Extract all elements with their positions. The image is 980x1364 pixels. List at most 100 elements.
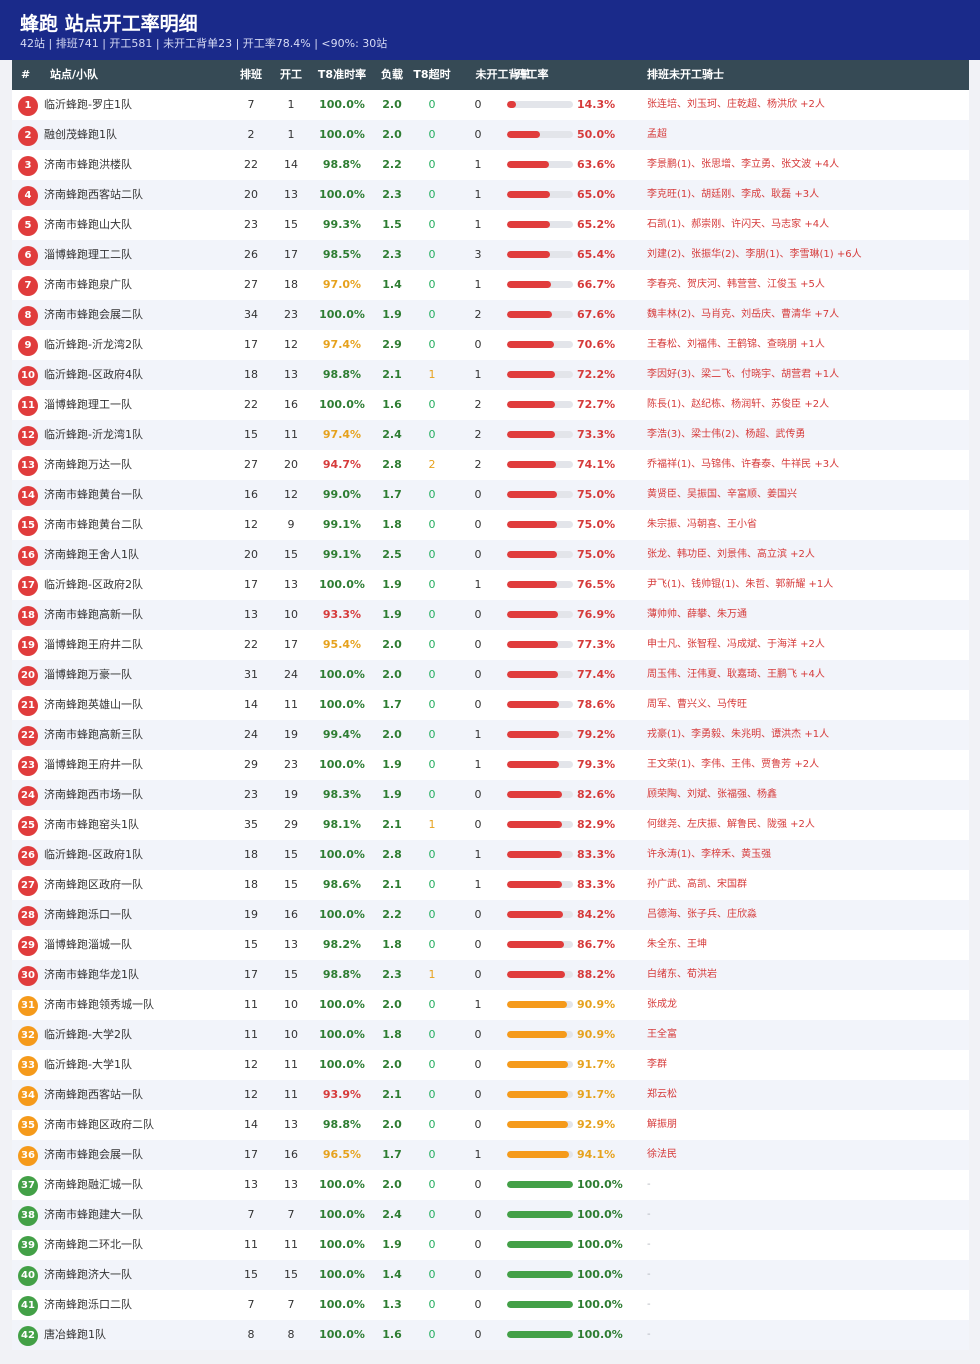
scheduled-count: 7 — [247, 1298, 255, 1311]
station-name: 淄博蜂跑王府井二队 — [44, 638, 143, 651]
open-rate-cell: 88.2% — [507, 960, 647, 990]
table-row[interactable]: 16 济南蜂跑王舍人1队 20 15 99.1% 2.5 0 0 75.0% 张… — [12, 540, 969, 570]
open-rate-value: 65.4% — [577, 248, 616, 261]
table-row[interactable]: 36 济南市蜂跑会展一队 17 16 96.5% 1.7 0 1 94.1% 徐… — [12, 1140, 969, 1170]
table-row[interactable]: 31 济南市蜂跑领秀城一队 11 10 100.0% 2.0 0 1 90.9%… — [12, 990, 969, 1020]
rank-cell: 10 — [18, 360, 44, 390]
table-row[interactable]: 18 济南市蜂跑高新一队 13 10 93.3% 1.9 0 0 76.9% 薄… — [12, 600, 969, 630]
table-row[interactable]: 13 济南蜂跑万达一队 27 20 94.7% 2.8 2 2 74.1% 乔福… — [12, 450, 969, 480]
table-row[interactable]: 32 临沂蜂跑-大学2队 11 10 100.0% 1.8 0 0 90.9% … — [12, 1020, 969, 1050]
open-rate-cell: 75.0% — [507, 480, 647, 510]
table-row[interactable]: 27 济南蜂跑区政府一队 18 15 98.6% 2.1 0 1 83.3% 孙… — [12, 870, 969, 900]
open-rate-value: 100.0% — [577, 1178, 623, 1191]
col-load-header[interactable]: 负载 — [378, 60, 406, 90]
table-row[interactable]: 35 济南市蜂跑区政府二队 14 13 98.8% 2.0 0 0 92.9% … — [12, 1110, 969, 1140]
load-value: 2.1 — [382, 368, 402, 381]
t8-overtime-count: 0 — [428, 1028, 436, 1041]
table-row[interactable]: 5 济南市蜂跑山大队 23 15 99.3% 1.5 0 1 65.2% 石凯(… — [12, 210, 969, 240]
t8-overtime-count: 0 — [428, 158, 436, 171]
table-row[interactable]: 14 济南市蜂跑黄台一队 16 12 99.0% 1.7 0 0 75.0% 黄… — [12, 480, 969, 510]
scheduled-count: 27 — [244, 278, 258, 291]
opened-count: 15 — [284, 878, 298, 891]
col-name-header[interactable]: 站点/小队 — [50, 60, 240, 90]
backlog-count: 0 — [474, 608, 482, 621]
t8-rate: 100.0% — [319, 1268, 365, 1281]
station-name: 临沂蜂跑-大学1队 — [44, 1058, 132, 1071]
backlog-count: 0 — [474, 638, 482, 651]
scheduled-count: 17 — [244, 1148, 258, 1161]
open-rate-track — [507, 1181, 573, 1188]
open-rate-value: 76.5% — [577, 578, 616, 591]
station-name: 济南市蜂跑华龙1队 — [44, 968, 139, 981]
station-table: # 站点/小队 排班 开工 T8准时率 负载 T8超时 未开工背单 开工率 排班… — [12, 60, 969, 1350]
table-row[interactable]: 30 济南市蜂跑华龙1队 17 15 98.8% 2.3 1 0 88.2% 白… — [12, 960, 969, 990]
rank-cell: 33 — [18, 1050, 44, 1080]
load-value: 1.9 — [382, 308, 402, 321]
table-row[interactable]: 17 临沂蜂跑-区政府2队 17 13 100.0% 1.9 0 1 76.5%… — [12, 570, 969, 600]
table-row[interactable]: 21 济南蜂跑英雄山一队 14 11 100.0% 1.7 0 0 78.6% … — [12, 690, 969, 720]
col-t8-rate-header[interactable]: T8准时率 — [312, 60, 372, 90]
backlog-count: 3 — [474, 248, 482, 261]
backlog-count: 0 — [474, 908, 482, 921]
table-row[interactable]: 26 临沂蜂跑-区政府1队 18 15 100.0% 2.8 0 1 83.3%… — [12, 840, 969, 870]
table-row[interactable]: 12 临沂蜂跑-沂龙湾1队 15 11 97.4% 2.4 0 2 73.3% … — [12, 420, 969, 450]
open-rate-track — [507, 971, 573, 978]
table-row[interactable]: 22 济南市蜂跑高新三队 24 19 99.4% 2.0 0 1 79.2% 戎… — [12, 720, 969, 750]
table-row[interactable]: 37 济南蜂跑融汇城一队 13 13 100.0% 2.0 0 0 100.0%… — [12, 1170, 969, 1200]
table-row[interactable]: 19 淄博蜂跑王府井二队 22 17 95.4% 2.0 0 0 77.3% 申… — [12, 630, 969, 660]
open-rate-cell: 72.2% — [507, 360, 647, 390]
table-row[interactable]: 11 淄博蜂跑理工一队 22 16 100.0% 1.6 0 2 72.7% 陈… — [12, 390, 969, 420]
table-row[interactable]: 6 淄博蜂跑理工二队 26 17 98.5% 2.3 0 3 65.4% 刘建(… — [12, 240, 969, 270]
table-row[interactable]: 33 临沂蜂跑-大学1队 12 11 100.0% 2.0 0 0 91.7% … — [12, 1050, 969, 1080]
table-row[interactable]: 10 临沂蜂跑-区政府4队 18 13 98.8% 2.1 1 1 72.2% … — [12, 360, 969, 390]
opened-count: 23 — [284, 758, 298, 771]
table-row[interactable]: 20 淄博蜂跑万豪一队 31 24 100.0% 2.0 0 0 77.4% 周… — [12, 660, 969, 690]
open-rate-value: 50.0% — [577, 128, 616, 141]
t8-rate: 98.5% — [322, 248, 362, 261]
opened-count: 9 — [287, 518, 295, 531]
table-row[interactable]: 4 济南蜂跑西客站二队 20 13 100.0% 2.3 0 1 65.0% 李… — [12, 180, 969, 210]
rank-cell: 23 — [18, 750, 44, 780]
open-rate-cell: 100.0% — [507, 1230, 647, 1260]
table-row[interactable]: 23 淄博蜂跑王府井一队 29 23 100.0% 1.9 0 1 79.3% … — [12, 750, 969, 780]
table-row[interactable]: 38 济南市蜂跑建大一队 7 7 100.0% 2.4 0 0 100.0% - — [12, 1200, 969, 1230]
table-row[interactable]: 2 融创茂蜂跑1队 2 1 100.0% 2.0 0 0 50.0% 孟超 — [12, 120, 969, 150]
table-row[interactable]: 28 济南蜂跑泺口一队 19 16 100.0% 2.2 0 0 84.2% 吕… — [12, 900, 969, 930]
t8-overtime-count: 0 — [428, 908, 436, 921]
rank-cell: 28 — [18, 900, 44, 930]
table-row[interactable]: 25 济南市蜂跑窑头1队 35 29 98.1% 2.1 1 0 82.9% 何… — [12, 810, 969, 840]
col-scheduled-header[interactable]: 排班 — [234, 60, 268, 90]
table-row[interactable]: 34 济南蜂跑西客站一队 12 11 93.9% 2.1 0 0 91.7% 郑… — [12, 1080, 969, 1110]
scheduled-count: 31 — [244, 668, 258, 681]
table-row[interactable]: 41 济南蜂跑泺口二队 7 7 100.0% 1.3 0 0 100.0% - — [12, 1290, 969, 1320]
table-row[interactable]: 15 济南市蜂跑黄台二队 12 9 99.1% 1.8 0 0 75.0% 朱宗… — [12, 510, 969, 540]
station-name: 济南市蜂跑山大队 — [44, 218, 132, 231]
rank-badge: 12 — [18, 426, 38, 446]
open-rate-value: 78.6% — [577, 698, 616, 711]
unstarted-riders: - — [647, 1269, 651, 1280]
table-row[interactable]: 1 临沂蜂跑-罗庄1队 7 1 100.0% 2.0 0 0 14.3% 张连培… — [12, 90, 969, 120]
table-row[interactable]: 24 济南蜂跑西市场一队 23 19 98.3% 1.9 0 0 82.6% 顾… — [12, 780, 969, 810]
table-row[interactable]: 3 济南市蜂跑洪楼队 22 14 98.8% 2.2 0 1 63.6% 李景鹏… — [12, 150, 969, 180]
load-value: 2.0 — [382, 728, 402, 741]
table-row[interactable]: 7 济南市蜂跑泉广队 27 18 97.0% 1.4 0 1 66.7% 李春亮… — [12, 270, 969, 300]
col-riders-header[interactable]: 排班未开工骑士 — [647, 60, 965, 90]
station-name: 淄博蜂跑淄城一队 — [44, 938, 132, 951]
col-open-rate-header[interactable]: 开工率 — [510, 60, 554, 90]
table-row[interactable]: 42 唐冶蜂跑1队 8 8 100.0% 1.6 0 0 100.0% - — [12, 1320, 969, 1350]
table-row[interactable]: 9 临沂蜂跑-沂龙湾2队 17 12 97.4% 2.9 0 0 70.6% 王… — [12, 330, 969, 360]
open-rate-value: 84.2% — [577, 908, 616, 921]
rank-cell: 26 — [18, 840, 44, 870]
table-row[interactable]: 39 济南蜂跑二环北一队 11 11 100.0% 1.9 0 0 100.0%… — [12, 1230, 969, 1260]
col-t8-overtime-header[interactable]: T8超时 — [410, 60, 454, 90]
t8-rate: 100.0% — [319, 758, 365, 771]
col-rank-header[interactable]: # — [21, 60, 47, 90]
backlog-count: 1 — [474, 278, 482, 291]
table-row[interactable]: 40 济南蜂跑济大一队 15 15 100.0% 1.4 0 0 100.0% … — [12, 1260, 969, 1290]
rank-badge: 40 — [18, 1266, 38, 1286]
opened-count: 29 — [284, 818, 298, 831]
table-row[interactable]: 29 淄博蜂跑淄城一队 15 13 98.2% 1.8 0 0 86.7% 朱全… — [12, 930, 969, 960]
table-row[interactable]: 8 济南市蜂跑会展二队 34 23 100.0% 1.9 0 2 67.6% 魏… — [12, 300, 969, 330]
open-rate-cell: 90.9% — [507, 990, 647, 1020]
col-opened-header[interactable]: 开工 — [278, 60, 304, 90]
